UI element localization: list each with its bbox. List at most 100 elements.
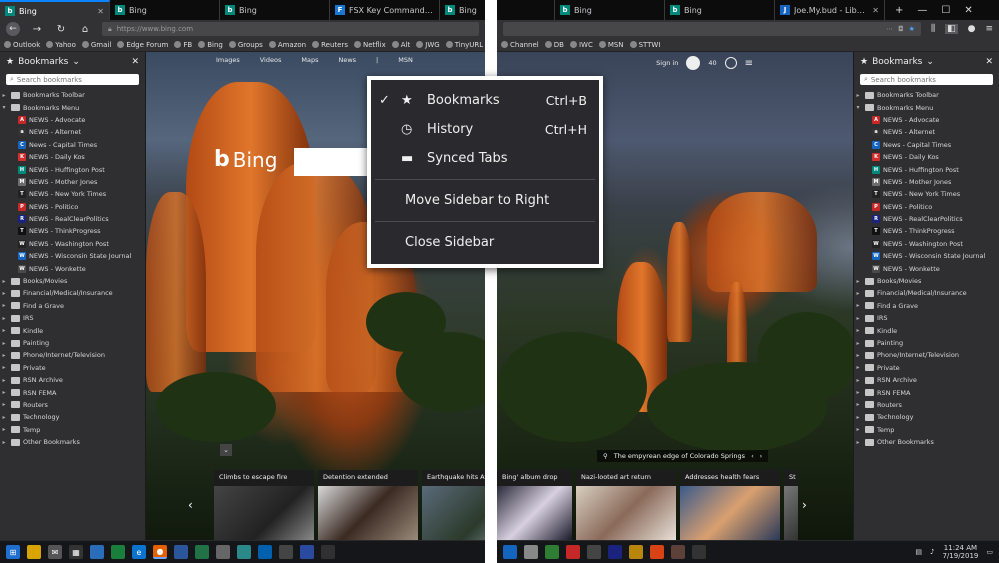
bookmark-folder[interactable]: ▸ Find a Grave: [854, 300, 999, 312]
calendar-icon[interactable]: ▦: [69, 545, 83, 559]
bookmark-item[interactable]: M NEWS - Mother Jones: [854, 176, 999, 188]
chevron-right-icon[interactable]: ▸: [0, 414, 8, 421]
bookmark-toolbar-item[interactable]: Gmail: [81, 41, 111, 49]
bookmark-item[interactable]: a NEWS - Alternet: [0, 126, 145, 138]
bookmark-toolbar-item[interactable]: Reuters: [312, 41, 348, 49]
app-icon[interactable]: [545, 545, 559, 559]
news-card[interactable]: Addresses health fears: [680, 470, 780, 540]
tab[interactable]: F FSX Key Command and Pamphlet: [330, 0, 440, 20]
bookmark-folder[interactable]: ▸ Books/Movies: [854, 275, 999, 287]
app-icon[interactable]: [587, 545, 601, 559]
app-icon[interactable]: [524, 545, 538, 559]
bookmark-item[interactable]: C News - Capital Times: [854, 139, 999, 151]
bookmark-toolbar-item[interactable]: IWC: [569, 41, 593, 49]
chevron-right-icon[interactable]: ▸: [854, 302, 862, 309]
menu-item-move-sidebar[interactable]: Move Sidebar to Right: [371, 186, 599, 215]
file-explorer-icon[interactable]: [27, 545, 41, 559]
menu-item-bookmarks[interactable]: ✓ ★ Bookmarks Ctrl+B: [371, 86, 599, 115]
bookmark-item[interactable]: T NEWS - New York Times: [854, 188, 999, 200]
bookmark-toolbar-item[interactable]: Alt: [391, 41, 410, 49]
close-tab-icon[interactable]: ✕: [872, 6, 879, 15]
bookmark-toolbar-item[interactable]: FB: [174, 41, 192, 49]
network-icon[interactable]: ▤: [915, 548, 922, 556]
sidebar-toggle-icon[interactable]: ◧: [945, 24, 958, 34]
bookmark-folder[interactable]: ▸ Bookmarks Toolbar: [0, 89, 145, 101]
url-bar[interactable]: 🔒︎ https://www.bing.com: [102, 22, 479, 36]
bookmark-toolbar-item[interactable]: Channel: [501, 41, 539, 49]
bookmark-search[interactable]: ⌕: [6, 74, 139, 85]
close-window-icon[interactable]: ✕: [964, 5, 972, 16]
chevron-right-icon[interactable]: ▸: [854, 278, 862, 285]
bookmark-folder[interactable]: ▸ IRS: [0, 312, 145, 324]
bookmark-toolbar-item[interactable]: DB: [544, 41, 564, 49]
library-icon[interactable]: ⫼: [931, 24, 935, 34]
bookmark-item[interactable]: T NEWS - New York Times: [0, 188, 145, 200]
scroll-down-icon[interactable]: ⌄: [220, 444, 232, 456]
bookmark-star-icon[interactable]: ★: [909, 25, 915, 33]
chevron-right-icon[interactable]: ▸: [854, 377, 862, 384]
chevron-right-icon[interactable]: ▸: [0, 340, 8, 347]
tab[interactable]: b Bing: [665, 0, 775, 20]
chevron-right-icon[interactable]: ▸: [854, 389, 862, 396]
bookmark-item[interactable]: K NEWS - Daily Kos: [854, 151, 999, 163]
bookmark-folder[interactable]: ▸ Routers: [854, 399, 999, 411]
app-icon[interactable]: [503, 545, 517, 559]
chevron-right-icon[interactable]: ▸: [854, 414, 862, 421]
bing-nav-link[interactable]: Videos: [260, 56, 282, 64]
back-icon[interactable]: ←: [6, 22, 20, 36]
tab[interactable]: b Bing: [555, 0, 665, 20]
bing-nav-link[interactable]: News: [338, 56, 356, 64]
account-icon[interactable]: ●: [968, 24, 976, 34]
chevron-right-icon[interactable]: ▸: [0, 278, 8, 285]
bookmark-folder[interactable]: ▸ Other Bookmarks: [0, 436, 145, 448]
app-icon[interactable]: [566, 545, 580, 559]
app-icon[interactable]: [629, 545, 643, 559]
firefox-icon[interactable]: ●: [153, 545, 167, 559]
tab[interactable]: b Bing ✕: [0, 0, 110, 20]
steam-icon[interactable]: [608, 545, 622, 559]
chevron-right-icon[interactable]: ▸: [0, 315, 8, 322]
news-card[interactable]: Earthquake hits Athens: [422, 470, 485, 540]
chevron-right-icon[interactable]: ▸: [854, 401, 862, 408]
chevron-right-icon[interactable]: ▸: [854, 340, 862, 347]
sidebar-switcher[interactable]: ★ Bookmarks ⌄: [860, 57, 934, 67]
menu-item-close-sidebar[interactable]: Close Sidebar: [371, 228, 599, 257]
bookmark-toolbar-item[interactable]: Edge Forum: [117, 41, 168, 49]
chevron-down-icon[interactable]: ▾: [854, 104, 862, 111]
chevron-right-icon[interactable]: ▸: [0, 302, 8, 309]
bookmark-item[interactable]: K NEWS - Daily Kos: [0, 151, 145, 163]
bookmark-item[interactable]: A NEWS - Advocate: [854, 114, 999, 126]
hamburger-menu-icon[interactable]: ≡: [745, 58, 753, 69]
home-icon[interactable]: ⌂: [78, 24, 92, 35]
bookmark-folder[interactable]: ▸ Temp: [0, 424, 145, 436]
bookmark-folder[interactable]: ▸ Painting: [854, 337, 999, 349]
carousel-prev-icon[interactable]: ‹: [188, 498, 193, 512]
bookmark-folder[interactable]: ▸ RSN FEMA: [0, 386, 145, 398]
bing-nav-link[interactable]: MSN: [398, 56, 413, 64]
bookmark-item[interactable]: T NEWS - ThinkProgress: [0, 225, 145, 237]
tab[interactable]: b Bing: [110, 0, 220, 20]
app-icon[interactable]: [300, 545, 314, 559]
bookmark-folder[interactable]: ▸ Painting: [0, 337, 145, 349]
bookmark-folder[interactable]: ▸ Phone/Internet/Television: [0, 349, 145, 361]
bookmark-folder[interactable]: ▸ Find a Grave: [0, 300, 145, 312]
chevron-down-icon[interactable]: ▾: [0, 104, 8, 111]
bookmark-toolbar-item[interactable]: Yahoo: [46, 41, 76, 49]
bookmark-item[interactable]: W NEWS - Wonkette: [854, 262, 999, 274]
chevron-right-icon[interactable]: ▸: [0, 389, 8, 396]
store-icon[interactable]: [111, 545, 125, 559]
bookmark-folder[interactable]: ▸ RSN Archive: [854, 374, 999, 386]
bookmark-toolbar-item[interactable]: Amazon: [268, 41, 306, 49]
maximize-icon[interactable]: ☐: [941, 5, 950, 16]
app-icon[interactable]: [321, 545, 335, 559]
notifications-icon[interactable]: ▭: [986, 548, 993, 556]
bookmark-toolbar-item[interactable]: STTWI: [629, 41, 660, 49]
close-sidebar-icon[interactable]: ✕: [985, 57, 993, 67]
tab[interactable]: [497, 0, 555, 20]
bookmark-item[interactable]: W NEWS - Washington Post: [854, 238, 999, 250]
app-icon[interactable]: [258, 545, 272, 559]
avatar-icon[interactable]: [686, 56, 701, 70]
carousel-next-icon[interactable]: ›: [802, 498, 807, 512]
new-tab-icon[interactable]: +: [895, 5, 903, 16]
bing-nav-link[interactable]: Maps: [301, 56, 318, 64]
